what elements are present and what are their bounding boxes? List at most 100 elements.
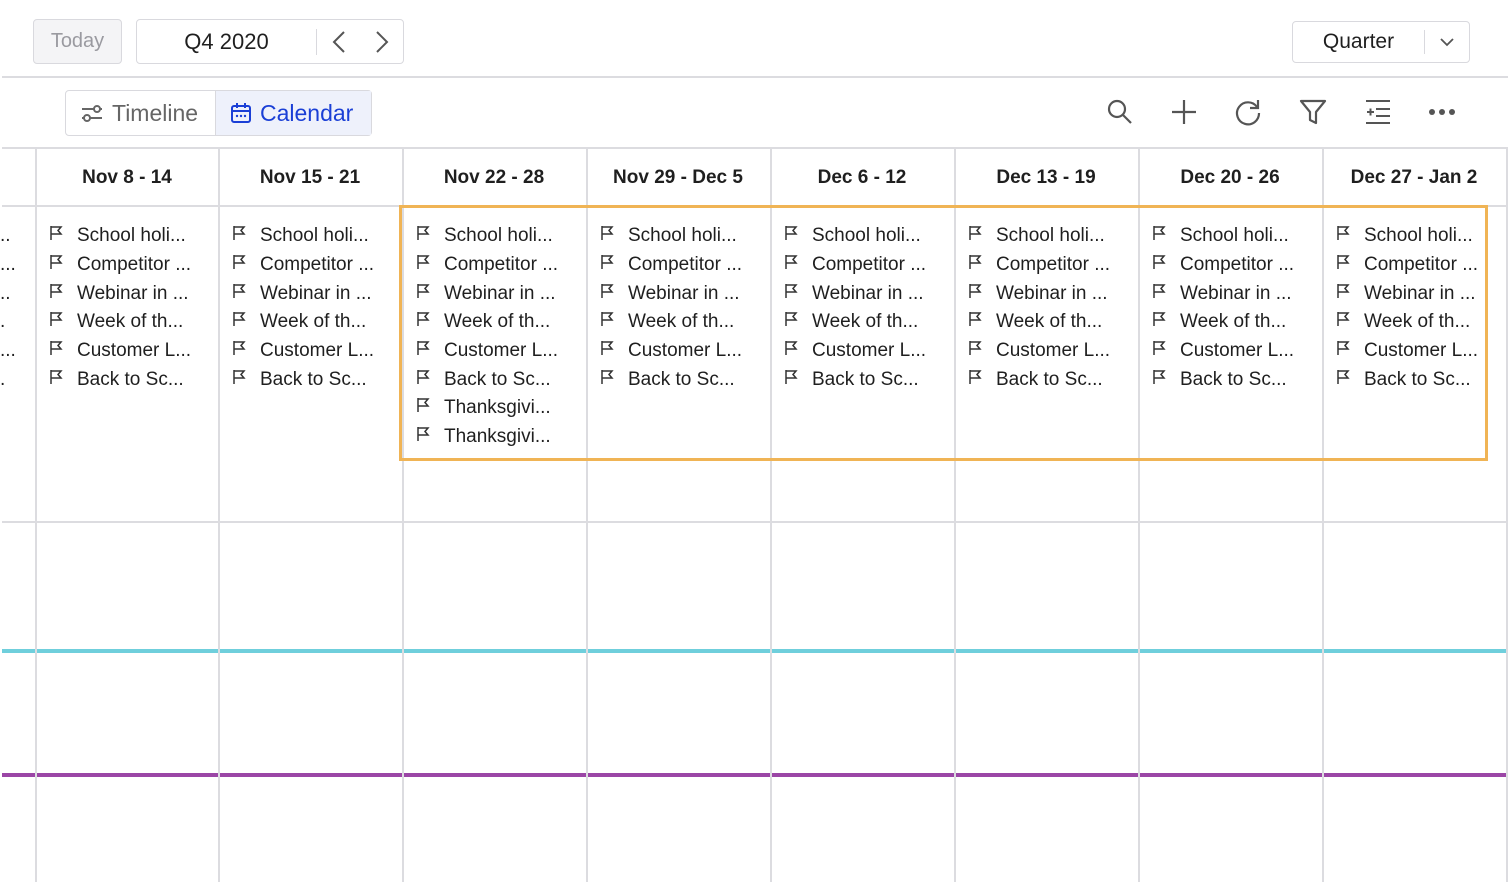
event-item[interactable]: Customer L...	[784, 337, 954, 366]
event-item[interactable]: School holi...	[600, 222, 770, 251]
event-title: School holi...	[260, 225, 369, 247]
event-title: Week of th...	[444, 311, 551, 333]
event-title: Thanksgivi...	[444, 397, 551, 419]
event-title: Webinar in ...	[628, 282, 740, 304]
event-item[interactable]: Webinar in ...	[1152, 279, 1322, 308]
more-button[interactable]	[1426, 96, 1458, 128]
add-list-icon	[1366, 100, 1390, 124]
event-item[interactable]: Webinar in ...	[416, 279, 586, 308]
event-item[interactable]: ..	[0, 222, 30, 251]
event-item[interactable]: Webinar in ...	[232, 279, 402, 308]
flag-icon	[49, 369, 63, 391]
event-item[interactable]: School holi...	[1336, 222, 1506, 251]
event-item[interactable]: Competitor ...	[968, 251, 1138, 280]
event-title: Back to Sc...	[1364, 368, 1471, 390]
next-period-button[interactable]	[360, 30, 403, 54]
cyan-marker-line	[2, 649, 1508, 653]
week-items: School holi... Competitor ... Webinar in .…	[586, 222, 770, 394]
event-item[interactable]: Back to Sc...	[1336, 365, 1506, 394]
event-item[interactable]: Customer L...	[968, 337, 1138, 366]
event-item[interactable]: Webinar in ...	[1336, 279, 1506, 308]
event-item[interactable]: Competitor ...	[784, 251, 954, 280]
event-item[interactable]: Back to Sc...	[232, 365, 402, 394]
search-button[interactable]	[1104, 96, 1136, 128]
flag-icon	[968, 254, 982, 276]
flag-icon	[49, 311, 63, 333]
scale-dropdown[interactable]: Quarter	[1292, 21, 1470, 63]
event-item[interactable]: Competitor ...	[416, 251, 586, 280]
event-item[interactable]: Back to Sc...	[968, 365, 1138, 394]
event-title: Week of th...	[77, 311, 184, 333]
event-item[interactable]: School holi...	[784, 222, 954, 251]
event-item[interactable]: .	[0, 365, 30, 394]
event-item[interactable]: Customer L...	[232, 337, 402, 366]
event-item[interactable]: Week of th...	[416, 308, 586, 337]
event-item[interactable]: Competitor ...	[232, 251, 402, 280]
filter-button[interactable]	[1297, 96, 1329, 128]
event-item[interactable]: School holi...	[416, 222, 586, 251]
event-item[interactable]: Competitor ...	[1336, 251, 1506, 280]
event-item[interactable]: Webinar in ...	[600, 279, 770, 308]
event-item[interactable]: Competitor ...	[600, 251, 770, 280]
event-item[interactable]: Back to Sc...	[784, 365, 954, 394]
week-header: Dec 20 - 26	[1180, 167, 1280, 188]
event-item[interactable]: Back to Sc...	[416, 365, 586, 394]
event-item[interactable]: Week of th...	[968, 308, 1138, 337]
event-item[interactable]: Week of th...	[784, 308, 954, 337]
prev-period-button[interactable]	[317, 30, 360, 54]
flag-icon	[416, 397, 430, 419]
add-button[interactable]	[1168, 96, 1200, 128]
event-item[interactable]: Competitor ...	[49, 251, 219, 280]
event-title: ..	[0, 282, 11, 304]
event-title: Customer L...	[77, 340, 192, 362]
event-title: School holi...	[1180, 225, 1289, 247]
event-item[interactable]: Week of th...	[232, 308, 402, 337]
period-label[interactable]: Q4 2020	[137, 28, 317, 55]
event-item[interactable]: ...	[0, 337, 30, 366]
event-item[interactable]: Back to Sc...	[1152, 365, 1322, 394]
event-title: School holi...	[628, 225, 737, 247]
column-divider	[1506, 148, 1508, 882]
event-item[interactable]: ...	[0, 251, 30, 280]
event-item[interactable]: Customer L...	[416, 337, 586, 366]
event-item[interactable]: Webinar in ...	[49, 279, 219, 308]
event-item[interactable]: School holi...	[49, 222, 219, 251]
event-item[interactable]: School holi...	[232, 222, 402, 251]
event-title: ...	[0, 254, 16, 276]
event-item[interactable]: Week of th...	[600, 308, 770, 337]
refresh-button[interactable]	[1232, 96, 1264, 128]
event-item[interactable]: School holi...	[1152, 222, 1322, 251]
event-item[interactable]: Back to Sc...	[49, 365, 219, 394]
event-title: Back to Sc...	[812, 368, 919, 390]
event-item[interactable]: Week of th...	[1152, 308, 1322, 337]
flag-icon	[968, 225, 982, 247]
flag-icon	[1152, 254, 1166, 276]
event-item[interactable]: .	[0, 308, 30, 337]
event-title: Week of th...	[628, 311, 735, 333]
event-item[interactable]: Customer L...	[1336, 337, 1506, 366]
add-list-button[interactable]	[1362, 96, 1394, 128]
refresh-icon	[1235, 100, 1261, 126]
event-item[interactable]: ..	[0, 279, 30, 308]
event-item[interactable]: Week of th...	[1336, 308, 1506, 337]
flag-icon	[1152, 283, 1166, 305]
flag-icon	[232, 225, 246, 247]
event-item[interactable]: Competitor ...	[1152, 251, 1322, 280]
event-item[interactable]: School holi...	[968, 222, 1138, 251]
timeline-view-tab[interactable]: Timeline	[66, 91, 216, 135]
today-button[interactable]: Today	[33, 19, 122, 64]
event-item[interactable]: Thanksgivi...	[416, 423, 586, 452]
calendar-view-tab[interactable]: Calendar	[216, 91, 371, 135]
event-item[interactable]: Customer L...	[1152, 337, 1322, 366]
event-item[interactable]: Back to Sc...	[600, 365, 770, 394]
event-item[interactable]: Webinar in ...	[784, 279, 954, 308]
event-title: Webinar in ...	[444, 282, 556, 304]
event-title: Week of th...	[260, 311, 367, 333]
event-item[interactable]: Customer L...	[49, 337, 219, 366]
event-item[interactable]: Webinar in ...	[968, 279, 1138, 308]
event-item[interactable]: Thanksgivi...	[416, 394, 586, 423]
event-item[interactable]: Customer L...	[600, 337, 770, 366]
event-item[interactable]: Week of th...	[49, 308, 219, 337]
flag-icon	[968, 340, 982, 362]
flag-icon	[416, 340, 430, 362]
